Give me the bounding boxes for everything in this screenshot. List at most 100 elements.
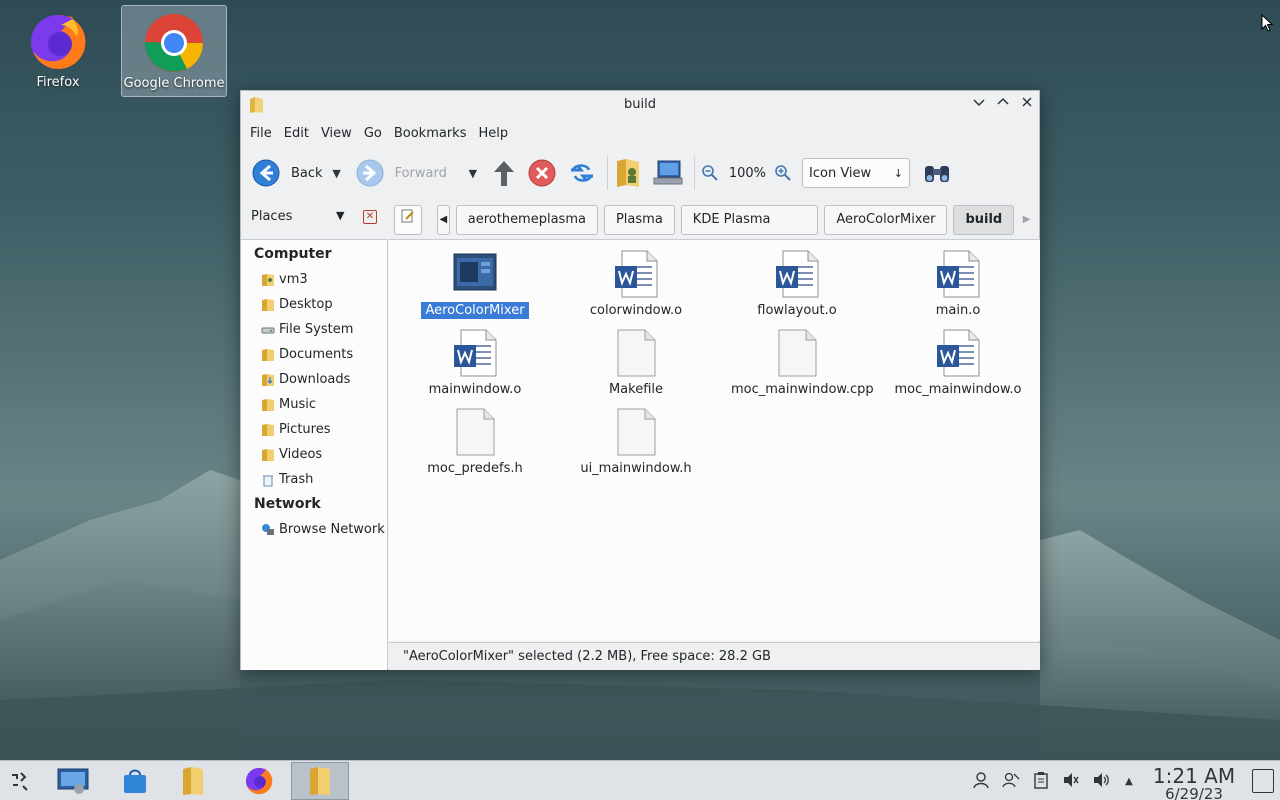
home-button[interactable] (614, 153, 642, 193)
desktop-icon-firefox[interactable]: Firefox (5, 5, 111, 97)
breadcrumb-kde-plasma-theme[interactable]: KDE Plasma Theme (680, 205, 819, 255)
place-item-music[interactable]: Music (241, 392, 387, 417)
reload-button[interactable] (567, 153, 597, 193)
file-item[interactable]: moc_mainwindow.o (888, 329, 1028, 398)
back-arrow-icon (252, 159, 280, 187)
desktop-icon-label: Google Chrome (123, 76, 225, 91)
clock-date[interactable]: 6/29/23 (1148, 785, 1240, 800)
place-item-trash[interactable]: Trash (241, 467, 387, 492)
word-document-icon (776, 250, 819, 298)
menu-file[interactable]: File (249, 126, 282, 141)
folder-icon (262, 348, 274, 361)
back-button[interactable]: Back (251, 153, 323, 193)
file-item[interactable]: mainwindow.o (405, 329, 545, 398)
file-item[interactable]: moc_predefs.h (405, 408, 545, 477)
zoom-out-button[interactable] (701, 153, 719, 193)
mute-icon[interactable] (1060, 771, 1082, 793)
file-item[interactable]: Makefile (566, 329, 706, 398)
place-item-documents[interactable]: Documents (241, 342, 387, 367)
file-item[interactable]: AeroColorMixer (405, 250, 545, 319)
places-heading-network: Network (254, 496, 321, 512)
edit-location-button[interactable] (394, 205, 422, 235)
binoculars-icon (925, 166, 950, 182)
place-item-pictures[interactable]: Pictures (241, 417, 387, 442)
place-item-file-system[interactable]: File System (241, 317, 387, 342)
search-button[interactable] (922, 153, 952, 193)
status-bar: "AeroColorMixer" selected (2.2 MB), Free… (389, 642, 1040, 670)
tray-expand-button[interactable]: ▲ (1118, 771, 1140, 793)
menu-bar: File Edit View Go Bookmarks Help (241, 119, 1039, 147)
place-item-browse-network[interactable]: Browse Network (241, 517, 387, 542)
volume-icon[interactable] (1090, 771, 1112, 793)
place-item-videos[interactable]: Videos (241, 442, 387, 467)
desktop-icon-google-chrome[interactable]: Google Chrome (121, 5, 227, 97)
place-item-desktop[interactable]: Desktop (241, 292, 387, 317)
shopping-bag-icon (124, 769, 146, 793)
forward-label: Forward (394, 165, 447, 181)
view-mode-select[interactable]: Icon View ↓ (802, 158, 911, 188)
user-switch-icon[interactable] (1000, 771, 1022, 793)
trash-icon (263, 475, 273, 486)
task-system-settings[interactable] (44, 762, 102, 800)
file-view: AeroColorMixer colorwindow.o flowlayout.… (389, 239, 1040, 641)
executable-icon (453, 253, 497, 291)
place-item-vm3[interactable]: vm3 (241, 267, 387, 292)
back-label: Back (291, 165, 323, 181)
zoom-in-button[interactable] (774, 153, 792, 193)
menu-edit[interactable]: Edit (283, 126, 319, 141)
task-file-manager-active[interactable] (291, 762, 349, 800)
menu-go[interactable]: Go (363, 126, 392, 141)
folder-icon (262, 448, 274, 461)
file-manager-window: build File Edit View Go Bookmarks Help B… (240, 90, 1040, 670)
folder-icon (262, 373, 274, 386)
app-launcher-button[interactable] (0, 762, 40, 800)
firefox-icon (31, 14, 86, 69)
file-item[interactable]: main.o (888, 250, 1028, 319)
task-file-manager[interactable] (164, 762, 222, 800)
file-item[interactable]: ui_mainwindow.h (566, 408, 706, 477)
up-button[interactable] (491, 153, 517, 193)
blank-file-icon (617, 408, 656, 456)
computer-button[interactable] (652, 153, 684, 193)
close-icon (1022, 97, 1032, 107)
blank-file-icon (617, 329, 656, 377)
word-document-icon (454, 329, 497, 377)
breadcrumb-scroll-left[interactable]: ◀ (437, 205, 450, 235)
back-history-dropdown[interactable]: ▼ (327, 167, 347, 180)
title-bar[interactable]: build (241, 91, 1039, 119)
place-item-downloads[interactable]: Downloads (241, 367, 387, 392)
task-discover[interactable] (106, 762, 164, 800)
network-icon (262, 523, 274, 535)
places-close-button[interactable]: ✕ (363, 210, 377, 224)
close-button[interactable] (1017, 95, 1037, 115)
chevron-down-icon (973, 99, 985, 107)
menu-view[interactable]: View (320, 126, 362, 141)
forward-history-dropdown[interactable]: ▼ (463, 167, 483, 180)
file-item[interactable]: flowlayout.o (727, 250, 867, 319)
breadcrumb-scroll-right[interactable]: ▶ (1020, 205, 1033, 235)
clipboard-icon[interactable] (1030, 771, 1052, 793)
show-desktop-button[interactable] (1252, 769, 1274, 793)
places-dropdown[interactable]: ▼ (336, 209, 344, 222)
menu-bookmarks[interactable]: Bookmarks (393, 126, 477, 141)
folder-icon (310, 767, 330, 795)
file-item[interactable]: moc_mainwindow.cpp (727, 329, 874, 398)
breadcrumb-aerothemeplasma[interactable]: aerothemeplasma (455, 205, 598, 235)
breadcrumb-build[interactable]: build (953, 205, 1015, 235)
user-icon[interactable] (970, 771, 992, 793)
breadcrumb-aerocolormixer[interactable]: AeroColorMixer (824, 205, 948, 235)
word-document-icon (937, 329, 980, 377)
maximize-button[interactable] (993, 95, 1013, 115)
stop-button[interactable] (527, 153, 557, 193)
minimize-button[interactable] (969, 95, 989, 115)
folder-icon (262, 298, 274, 311)
breadcrumb-plasma[interactable]: Plasma (603, 205, 675, 235)
file-item[interactable]: colorwindow.o (566, 250, 706, 319)
zoom-in-icon (775, 165, 791, 181)
forward-button[interactable]: Forward (355, 153, 447, 193)
menu-help[interactable]: Help (477, 126, 518, 141)
zoom-out-icon (702, 165, 718, 181)
chevron-down-icon: ↓ (893, 166, 904, 180)
task-firefox[interactable] (230, 762, 288, 800)
chevron-up-icon: ▲ (1125, 776, 1133, 787)
